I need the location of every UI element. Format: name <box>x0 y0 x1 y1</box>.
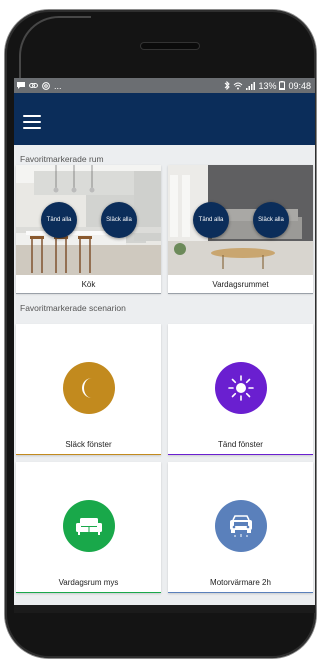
scenario-card-engine-heater[interactable]: Motorvärmare 2h <box>168 462 313 593</box>
scenario-underline <box>16 453 161 455</box>
sun-icon <box>215 362 267 414</box>
scenario-label: Vardagsrum mys <box>58 578 119 587</box>
battery-icon <box>279 81 286 90</box>
moon-icon <box>63 362 115 414</box>
room-label-living-room: Vardagsrummet <box>168 275 313 294</box>
scenario-underline <box>168 591 313 593</box>
scenario-card-darken-windows[interactable]: Släck fönster <box>16 324 161 455</box>
scenario-label: Släck fönster <box>65 440 112 449</box>
battery-percent: 13% <box>258 80 277 91</box>
screen-bottom-bezel <box>14 605 315 613</box>
rooms-section-title: Favoritmarkerade rum <box>20 154 104 164</box>
room-label-kitchen: Kök <box>16 275 161 294</box>
signal-icon <box>246 81 256 90</box>
status-bar: ... 13% 09:48 <box>14 78 315 93</box>
living-room-lights-off-button[interactable]: Släck alla <box>253 202 289 238</box>
link-icon <box>29 83 38 88</box>
kitchen-lights-off-button[interactable]: Släck alla <box>101 202 137 238</box>
room-list: Tänd alla Släck alla Kök Tänd alla Släck… <box>14 164 315 294</box>
scenario-underline <box>16 591 161 593</box>
kitchen-photo: Tänd alla Släck alla <box>16 165 161 275</box>
sofa-icon <box>63 500 115 552</box>
room-card-kitchen[interactable]: Tänd alla Släck alla Kök <box>16 165 161 294</box>
scenario-card-living-room-cozy[interactable]: Vardagsrum mys <box>16 462 161 593</box>
at-icon <box>42 81 50 90</box>
living-room-lights-on-button[interactable]: Tänd alla <box>193 202 229 238</box>
earpiece-speaker <box>141 43 199 49</box>
app-screen: ... 13% 09:48 Favoritmarkerade rum Tänd … <box>14 78 315 605</box>
scenario-grid: Släck fönster Tänd fönster Vardagsrum my… <box>14 324 315 593</box>
room-card-living-room[interactable]: Tänd alla Släck alla Vardagsrummet <box>168 165 313 294</box>
scenario-label: Motorvärmare 2h <box>210 578 271 587</box>
kitchen-lights-on-button[interactable]: Tänd alla <box>41 202 77 238</box>
scenarios-section-title: Favoritmarkerade scenarion <box>20 303 126 313</box>
status-left: ... <box>17 81 62 91</box>
wifi-icon <box>234 82 243 89</box>
scenario-card-light-windows[interactable]: Tänd fönster <box>168 324 313 455</box>
status-time: 09:48 <box>288 80 311 91</box>
app-bar <box>14 93 315 145</box>
scenario-underline <box>168 453 313 455</box>
status-ellipsis: ... <box>54 80 62 91</box>
message-icon <box>17 82 25 89</box>
scenario-label: Tänd fönster <box>218 440 263 449</box>
hamburger-menu-icon[interactable] <box>23 115 41 129</box>
status-right: 13% 09:48 <box>224 81 311 91</box>
car-icon <box>215 500 267 552</box>
bluetooth-icon <box>225 81 231 90</box>
living-room-photo: Tänd alla Släck alla <box>168 165 313 275</box>
